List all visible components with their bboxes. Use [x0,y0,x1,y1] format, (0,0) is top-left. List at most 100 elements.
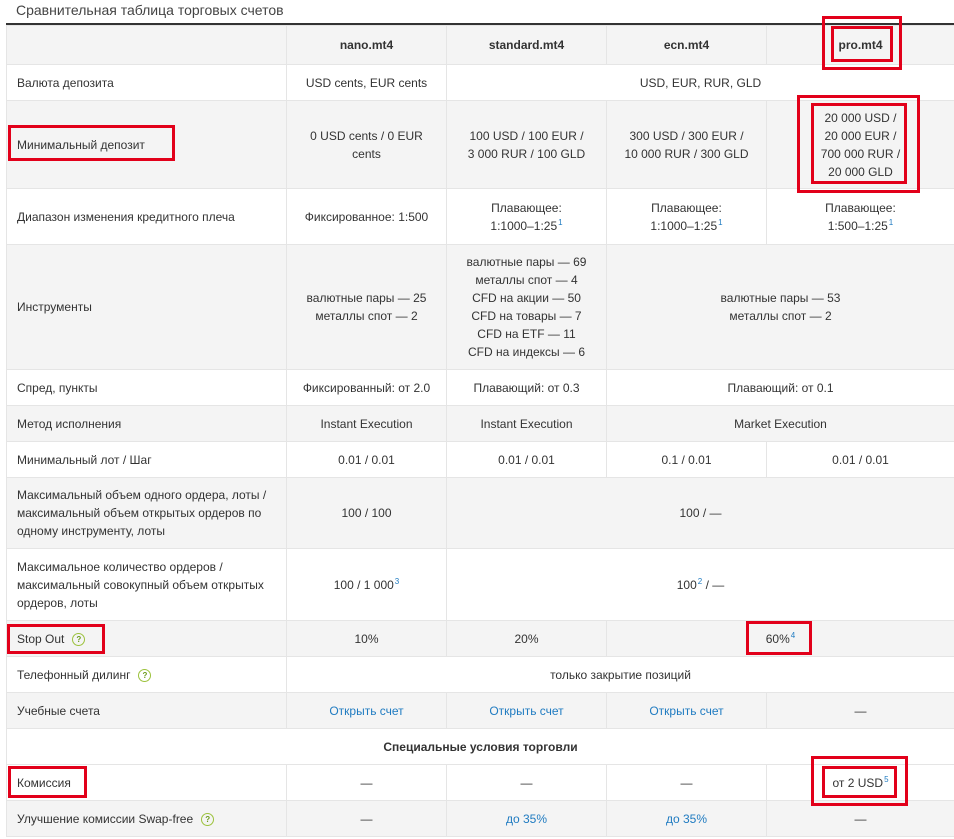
help-icon[interactable]: ? [72,632,86,646]
cell-demo-standard: Открыть счет [446,692,607,729]
cell-stop-out-nano: 10% [286,620,447,657]
footnote-link[interactable]: 1 [889,218,893,227]
text-line: металлы спот — 2 [729,309,832,323]
row-label-currency: Валюта депозита [6,64,287,101]
text-line: валютные пары — 53 [720,291,841,305]
text-line: 20 000 USD / [824,110,897,125]
row-label-min-lot: Минимальный лот / Шаг [6,441,287,478]
text-line: металлы спот — 2 [315,309,418,323]
cell-swap-free-ecn: до 35% [606,800,767,837]
cell-max-volume-other: 100 / — [446,477,954,549]
cell-leverage-pro: Плавающее: 1:500–1:251 [766,188,954,245]
cell-currency-other: USD, EUR, RUR, GLD [446,64,954,101]
cell-execution-nano: Instant Execution [286,405,447,442]
text-line: Плавающее: [825,200,896,215]
cell-max-volume-nano: 100 / 100 [286,477,447,549]
text-line: 20 000 GLD [828,164,893,179]
leverage-value: 1:1000–1:25 [490,218,558,233]
cell-min-lot-ecn: 0.1 / 0.01 [606,441,767,478]
cell-stop-out-ecn-pro: 60%4 [606,620,954,657]
cell-min-deposit-nano: 0 USD cents / 0 EUR cents [286,100,447,189]
cell-instruments-ecn-pro: валютные пары — 53 металлы спот — 2 [606,244,954,370]
cell-max-orders-nano: 100 / 1 0003 [286,548,447,621]
footnote-link[interactable]: 1 [558,218,562,227]
footnote-link[interactable]: 2 [698,577,702,586]
footnote-link[interactable]: 5 [884,775,888,784]
cell-max-orders-other: 1002 / — [446,548,954,621]
text-line: Плавающее: [491,200,562,215]
open-account-link-standard[interactable]: Открыть счет [489,704,563,718]
stop-out-value: 60% [765,631,790,646]
cell-min-deposit-standard: 100 USD / 100 EUR / 3 000 RUR / 100 GLD [446,100,607,189]
swap-free-link-ecn[interactable]: до 35% [666,812,707,826]
cell-commission-standard: — [446,764,607,801]
footnote-link[interactable]: 1 [718,218,722,227]
cell-min-deposit-ecn: 300 USD / 300 EUR / 10 000 RUR / 300 GLD [606,100,767,189]
page-title: Сравнительная таблица торговых счетов [16,2,284,18]
cell-swap-free-pro: — [766,800,954,837]
footnote-link[interactable]: 3 [395,577,399,586]
swap-free-link-standard[interactable]: до 35% [506,812,547,826]
open-account-link-ecn[interactable]: Открыть счет [649,704,723,718]
table-row: Максимальное количество ордеров / максим… [6,548,954,621]
section-header-row: Специальные условия торговли [6,728,954,765]
table-row: Спред, пункты Фиксированный: от 2.0 Плав… [6,369,954,406]
cell-min-lot-standard: 0.01 / 0.01 [446,441,607,478]
text-line: валютные пары — 25 [306,291,427,305]
table-row: Минимальный депозит 0 USD cents / 0 EUR … [6,100,954,189]
cell-instruments-standard: валютные пары — 69 металлы спот — 4 CFD … [446,244,607,370]
table-row: Метод исполнения Instant Execution Insta… [6,405,954,442]
commission-value: от 2 USD [832,775,884,790]
help-icon[interactable]: ? [201,812,215,826]
text-line: 10 000 RUR / 300 GLD [624,146,749,161]
cell-commission-pro: от 2 USD5 [766,764,954,801]
cell-min-lot-nano: 0.01 / 0.01 [286,441,447,478]
cell-phone-all: только закрытие позиций [286,656,954,693]
cell-min-deposit-pro: 20 000 USD / 20 000 EUR / 700 000 RUR / … [766,100,954,189]
max-orders-volume: / — [705,577,725,592]
leverage-value: 1:500–1:25 [827,218,888,233]
row-label-demo: Учебные счета [6,692,287,729]
table-row: Телефонный дилинг? только закрытие позиц… [6,656,954,693]
cell-commission-ecn: — [606,764,767,801]
text-line: 100 USD / 100 EUR / [469,128,584,143]
text-line: металлы спот — 4 [475,273,578,287]
header-row: nano.mt4 standard.mt4 ecn.mt4 pro.mt4 [6,25,954,65]
open-account-link-nano[interactable]: Открыть счет [329,704,403,718]
cell-demo-nano: Открыть счет [286,692,447,729]
text-line: CFD на товары — 7 [471,309,582,323]
column-header-pro: pro.mt4 [766,25,954,65]
table-row: Улучшение комиссии Swap-free? — до 35% д… [6,800,954,837]
row-label-swap-free: Улучшение комиссии Swap-free? [6,800,287,837]
text-line: 3 000 RUR / 100 GLD [467,146,586,161]
column-header-nano: nano.mt4 [286,25,447,65]
footnote-link[interactable]: 4 [791,631,795,640]
text-line: ордеров, лоты [17,595,98,610]
cell-execution-standard: Instant Execution [446,405,607,442]
text-line: CFD на акции — 50 [472,291,581,305]
help-icon[interactable]: ? [138,668,152,682]
text-line: одному инструменту, лоты [17,524,165,538]
text-line: CFD на ETF — 11 [477,327,576,341]
text-line: 300 USD / 300 EUR / [629,128,744,143]
cell-leverage-standard: Плавающее: 1:1000–1:251 [446,188,607,245]
table-row: Минимальный лот / Шаг 0.01 / 0.01 0.01 /… [6,441,954,478]
column-header-ecn: ecn.mt4 [606,25,767,65]
cell-spread-ecn-pro: Плавающий: от 0.1 [606,369,954,406]
table-row: Валюта депозита USD cents, EUR cents USD… [6,64,954,101]
cell-leverage-ecn: Плавающее: 1:1000–1:251 [606,188,767,245]
leverage-value: 1:1000–1:25 [650,218,718,233]
text-line: CFD на индексы — 6 [468,345,585,359]
text-line: 20 000 EUR / [824,128,897,143]
cell-min-lot-pro: 0.01 / 0.01 [766,441,954,478]
table-row: Комиссия — — — от 2 USD5 [6,764,954,801]
text-line: максимальный объем открытых ордеров по [17,506,262,520]
text-line: Максимальный объем одного ордера, лоты / [17,488,267,502]
row-label-max-volume: Максимальный объем одного ордера, лоты /… [6,477,287,549]
cell-spread-standard: Плавающий: от 0.3 [446,369,607,406]
cell-commission-nano: — [286,764,447,801]
swap-free-label: Улучшение комиссии Swap-free [17,811,194,826]
text-line: максимальный совокупный объем открытых [17,577,264,592]
cell-currency-nano: USD cents, EUR cents [286,64,447,101]
row-label-execution: Метод исполнения [6,405,287,442]
